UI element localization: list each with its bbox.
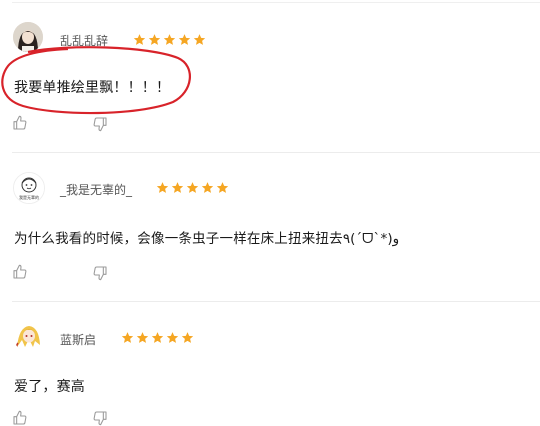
- star-rating: [121, 331, 194, 344]
- star-icon: [136, 332, 149, 343]
- star-rating: [133, 33, 206, 46]
- thumbs-up-icon[interactable]: [12, 410, 28, 426]
- avatar[interactable]: [13, 22, 43, 52]
- star-icon: [216, 182, 229, 193]
- username[interactable]: _我是无辜的_: [60, 181, 132, 198]
- thumbs-up-icon[interactable]: [12, 115, 28, 131]
- thumbs-down-icon[interactable]: [92, 265, 108, 281]
- star-icon: [156, 182, 169, 193]
- star-icon: [163, 34, 176, 45]
- thumbs-down-icon[interactable]: [92, 116, 108, 132]
- username[interactable]: 蓝斯启: [60, 331, 96, 348]
- comment-text: 我要单推绘里飘！！！！: [14, 80, 171, 96]
- anime-avatar-image: [13, 321, 43, 351]
- star-icon: [186, 182, 199, 193]
- avatar[interactable]: [13, 321, 43, 351]
- star-rating: [156, 181, 229, 194]
- star-icon: [148, 34, 161, 45]
- star-icon: [201, 182, 214, 193]
- comment-text: 为什么我看的时候，会像一条虫子一样在床上扭来扭去٩(ˊᗜˋ*)و: [14, 231, 400, 247]
- star-icon: [178, 34, 191, 45]
- star-icon: [181, 332, 194, 343]
- thumbs-up-icon[interactable]: [12, 264, 28, 280]
- comment-divider: [12, 152, 540, 153]
- thumbs-down-icon[interactable]: [92, 410, 108, 426]
- avatar-caption: 我是无辜的: [19, 195, 39, 200]
- star-icon: [133, 34, 146, 45]
- avatar[interactable]: 我是无辜的: [13, 172, 45, 204]
- star-icon: [171, 182, 184, 193]
- top-divider: [12, 2, 540, 3]
- girl-avatar-image: [13, 22, 43, 52]
- star-icon: [166, 332, 179, 343]
- star-icon: [193, 34, 206, 45]
- star-icon: [151, 332, 164, 343]
- comment-divider: [12, 301, 540, 302]
- comment-text: 爱了，赛高: [14, 379, 85, 395]
- star-icon: [121, 332, 134, 343]
- username[interactable]: 乱乱乱辞: [60, 32, 108, 49]
